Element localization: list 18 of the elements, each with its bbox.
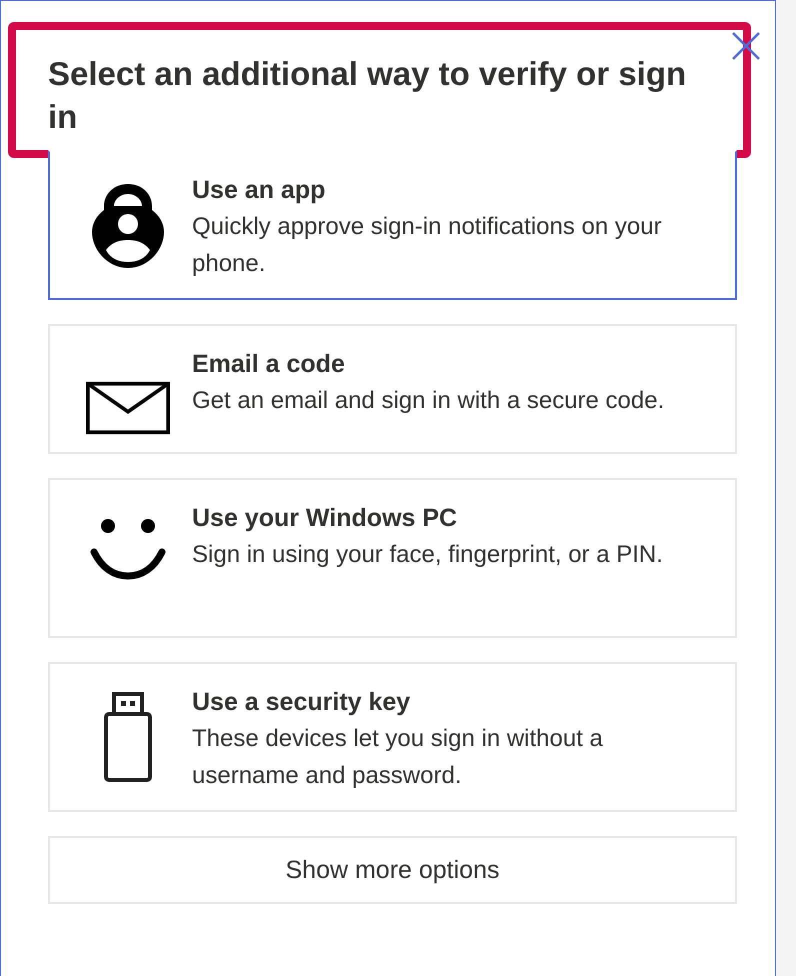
option-title: Use a security key	[192, 687, 412, 718]
option-card[interactable]: Use your Windows PC Sign in using your face, fingerprint, or a PIN.	[48, 478, 737, 638]
option-title: Email a code	[192, 349, 346, 380]
option-card[interactable]: Use a security key These devices let you sign in without a username and password.	[48, 662, 737, 812]
option-card[interactable]: Use an app Quickly approve sign-in notifications on your phone.	[48, 150, 737, 300]
usb-key-icon	[102, 692, 154, 782]
option-description: Quickly approve sign-in notifications on your phone.	[192, 212, 663, 279]
option-title: Use your Windows PC	[192, 503, 458, 534]
close-icon[interactable]	[731, 31, 761, 61]
option-description: Sign in using your face, fingerprint, or a PIN.	[192, 540, 663, 570]
dialog-title: Select an additional way to verify or sign in	[48, 54, 688, 137]
option-card[interactable]: Email a code Get an email and sign in with a secure code.	[48, 324, 737, 454]
option-description: Get an email and sign in with a secure code.	[192, 386, 664, 416]
show-more-button[interactable]: Show more options	[48, 836, 737, 904]
envelope-icon	[86, 380, 170, 436]
option-description: These devices let you sign in without a username and password.	[192, 724, 604, 791]
option-title: Use an app	[192, 175, 326, 206]
smiley-face-icon	[90, 516, 166, 582]
